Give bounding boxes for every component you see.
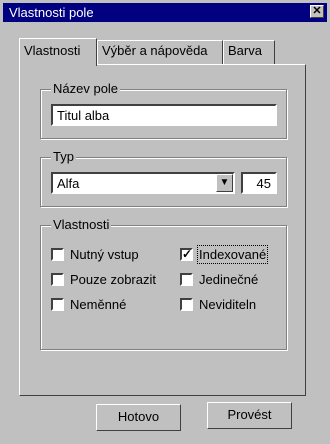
checkbox-box[interactable]	[51, 298, 64, 311]
checkbox-label: Jedinečné	[199, 272, 259, 287]
checkbox-box[interactable]	[51, 273, 64, 286]
close-button[interactable]: ✕	[310, 5, 324, 18]
checkbox-box[interactable]	[180, 273, 193, 286]
type-dropdown-button[interactable]: ▼	[216, 174, 233, 192]
checkbox-label: Indexované	[196, 245, 269, 264]
dialog-window: Vlastnosti pole ✕ Vlastnosti Výběr a náp…	[0, 0, 330, 444]
checkbox-invisible[interactable]: Neviditeln	[180, 297, 256, 312]
window-title: Vlastnosti pole	[9, 5, 94, 20]
chevron-down-icon: ▼	[219, 177, 230, 188]
tab-label: Výběr a nápověda	[102, 43, 208, 58]
apply-button[interactable]: Provést	[207, 402, 292, 429]
field-name-input[interactable]: Titul alba	[51, 104, 277, 126]
field-name-legend: Název pole	[51, 81, 121, 96]
tab-panel: Název pole Titul alba Typ Alfa ▼ 45 Vlas…	[19, 64, 306, 396]
properties-group: Vlastnosti Nutný vstup ✓ Indexované Pouze…	[40, 217, 287, 350]
checkbox-label: Neviditeln	[199, 297, 257, 312]
checkbox-box[interactable]	[180, 298, 193, 311]
checkbox-immutable[interactable]: Neměnné	[51, 297, 126, 312]
type-group: Typ Alfa ▼ 45	[40, 149, 287, 207]
checkbox-label: Pouze zobrazit	[70, 272, 156, 287]
length-input[interactable]: 45	[241, 172, 277, 194]
checkbox-read-only[interactable]: Pouze zobrazit	[51, 272, 156, 287]
checkbox-box[interactable]	[51, 248, 64, 261]
properties-legend: Vlastnosti	[51, 217, 112, 232]
checkbox-required[interactable]: Nutný vstup	[51, 247, 139, 262]
field-name-group: Název pole Titul alba	[40, 81, 287, 139]
checkbox-label: Neměnné	[70, 297, 127, 312]
tab-label: Barva	[228, 43, 262, 58]
ok-button[interactable]: Hotovo	[96, 404, 181, 431]
tab-label: Vlastnosti	[24, 43, 81, 58]
tab-vyber-a-napoveda[interactable]: Výběr a nápověda	[97, 40, 223, 64]
checkbox-indexed[interactable]: ✓ Indexované	[180, 245, 269, 264]
title-bar: Vlastnosti pole ✕	[3, 3, 327, 22]
checkbox-box[interactable]: ✓	[180, 248, 193, 261]
tab-vlastnosti[interactable]: Vlastnosti	[19, 38, 97, 66]
close-icon[interactable]: ✕	[312, 5, 321, 17]
checkbox-unique[interactable]: Jedinečné	[180, 272, 258, 287]
type-legend: Typ	[51, 149, 76, 164]
tab-barva[interactable]: Barva	[223, 40, 275, 64]
checkbox-label: Nutný vstup	[70, 247, 139, 262]
type-select[interactable]: Alfa	[51, 172, 235, 194]
